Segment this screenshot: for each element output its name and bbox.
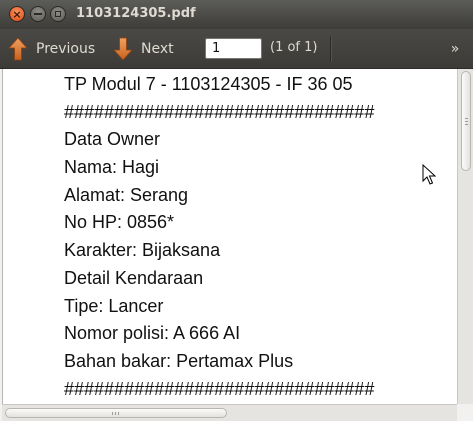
document-line: ############################### bbox=[64, 378, 375, 399]
horizontal-scroll-thumb[interactable] bbox=[5, 408, 227, 418]
document-line: Nomor polisi: A 666 AI bbox=[64, 323, 241, 344]
page-number-input[interactable] bbox=[205, 38, 262, 59]
vertical-scrollbar[interactable] bbox=[457, 69, 473, 404]
vertical-scroll-thumb[interactable] bbox=[461, 71, 471, 171]
document-line: ############################### bbox=[64, 101, 375, 122]
arrow-down-icon bbox=[113, 37, 133, 61]
document-line: Detail Kendaraan bbox=[64, 267, 204, 288]
close-window-button[interactable]: × bbox=[9, 6, 25, 22]
document-line: Tipe: Lancer bbox=[64, 295, 164, 316]
document-page-text: TP Modul 7 - 1103124305 - IF 36 05 ######… bbox=[64, 71, 374, 403]
next-label: Next bbox=[141, 40, 174, 57]
toolbar-overflow-button[interactable]: » bbox=[448, 38, 462, 60]
document-line: No HP: 0856* bbox=[64, 212, 175, 233]
page-count-label: (1 of 1) bbox=[270, 40, 318, 55]
title-bar: × 1103124305.pdf bbox=[0, 0, 473, 30]
arrow-up-icon bbox=[8, 36, 28, 60]
maximize-window-button[interactable] bbox=[50, 6, 66, 22]
close-icon: × bbox=[12, 7, 22, 21]
document-line: Nama: Hagi bbox=[64, 157, 160, 178]
document-line: Data Owner bbox=[64, 129, 161, 150]
minimize-window-button[interactable] bbox=[30, 6, 46, 22]
chevron-right-icon: » bbox=[450, 41, 460, 57]
next-page-button[interactable]: Next bbox=[113, 29, 174, 68]
document-line: Alamat: Serang bbox=[64, 184, 189, 205]
previous-page-button[interactable]: Previous bbox=[8, 29, 95, 68]
document-view[interactable]: TP Modul 7 - 1103124305 - IF 36 05 ######… bbox=[2, 69, 458, 404]
horizontal-scrollbar[interactable] bbox=[2, 404, 457, 421]
window-title: 1103124305.pdf bbox=[76, 6, 196, 21]
minimize-icon bbox=[34, 13, 42, 15]
toolbar-separator bbox=[330, 36, 331, 62]
mouse-pointer-icon bbox=[422, 164, 436, 185]
document-line: Karakter: Bijaksana bbox=[64, 240, 221, 261]
document-line: TP Modul 7 - 1103124305 - IF 36 05 bbox=[64, 74, 353, 94]
document-line: Bahan bakar: Pertamax Plus bbox=[64, 350, 294, 371]
pdf-viewer-window: × 1103124305.pdf Previous Next (1 of 1) … bbox=[0, 0, 473, 421]
maximize-icon bbox=[55, 11, 61, 17]
previous-label: Previous bbox=[36, 40, 96, 57]
scrollbar-corner bbox=[457, 404, 473, 421]
